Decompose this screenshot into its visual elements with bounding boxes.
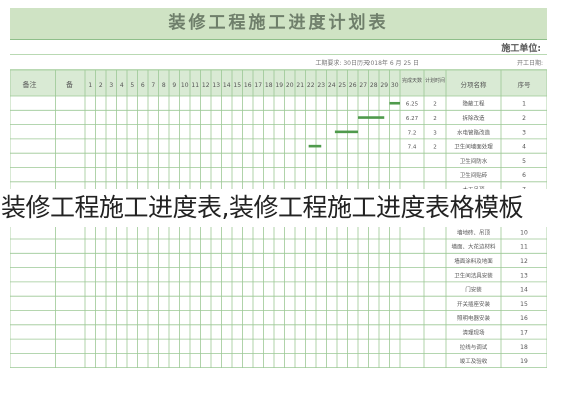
task-name: 拉线与调试 <box>460 343 488 351</box>
task-name: 墙面涂料及地面 <box>454 257 493 265</box>
header-day: 5 <box>130 82 134 89</box>
task-seq: 17 <box>520 329 528 336</box>
gantt-bar <box>334 130 358 134</box>
header-day: 19 <box>275 82 283 89</box>
task-seq: 4 <box>522 144 526 151</box>
task-seq: 5 <box>522 158 526 165</box>
header-day: 27 <box>359 82 367 89</box>
header-day: 12 <box>202 82 210 89</box>
header-day: 17 <box>254 82 262 89</box>
task-seq: 6 <box>522 172 526 179</box>
task-name: 清理现场 <box>462 328 485 336</box>
task-work: 6.27 <box>406 116 419 122</box>
header-seq: 序号 <box>518 80 532 89</box>
task-name: 开关插座安装 <box>457 300 491 308</box>
task-seq: 12 <box>520 258 528 265</box>
header-day: 9 <box>172 82 176 89</box>
sheet-title: 装修工程施工进度计划表 <box>10 8 547 40</box>
header-day: 23 <box>317 82 325 89</box>
gantt-bar <box>389 101 400 105</box>
task-seq: 1 <box>522 101 526 108</box>
task-name: 拆除改造 <box>462 114 485 122</box>
task-name: 照明电器安装 <box>457 314 491 322</box>
header-work-days: 完成天数 <box>402 77 422 84</box>
start-date: 2018年 6 月 25 日 <box>366 60 419 67</box>
task-work: 7.2 <box>408 130 417 136</box>
task-work: 6.25 <box>406 102 419 108</box>
task-seq: 19 <box>520 358 528 365</box>
header-day: 25 <box>338 82 346 89</box>
header-day: 24 <box>328 82 336 89</box>
header-day: 29 <box>380 82 388 89</box>
header-day: 13 <box>212 82 220 89</box>
gantt-bar <box>308 144 322 148</box>
header-day: 2 <box>99 82 103 89</box>
header-day: 26 <box>349 82 357 89</box>
header-day: 30 <box>391 82 399 89</box>
header-remark: 备注 <box>23 80 37 89</box>
task-seq: 11 <box>520 244 528 251</box>
header-day: 14 <box>223 82 231 89</box>
header-day: 11 <box>191 82 199 89</box>
gantt-bar <box>358 116 385 119</box>
task-name: 隐蔽工程 <box>462 100 485 108</box>
header-day: 3 <box>109 82 113 89</box>
image-caption: 装修工程施工进度表,装修工程施工进度表格模板 <box>0 189 565 227</box>
task-seq: 3 <box>522 129 526 136</box>
task-name: 卫生间洁具安装 <box>454 271 493 279</box>
task-seq: 15 <box>520 301 528 308</box>
task-name: 墙面、大花边材料 <box>451 243 496 251</box>
header-day: 16 <box>244 82 252 89</box>
unit-label: 施工单位: <box>501 44 541 54</box>
task-name: 竣工及验收 <box>460 357 488 365</box>
task-seq: 18 <box>520 344 528 351</box>
task-name: 门安装 <box>465 286 482 294</box>
task-plan: 3 <box>433 130 437 136</box>
task-plan: 2 <box>433 116 437 122</box>
task-name: 卫生间防水 <box>460 157 488 165</box>
header-day: 21 <box>296 82 304 89</box>
header-day: 8 <box>162 82 166 89</box>
header-day: 15 <box>233 82 241 89</box>
start-label: 开工日期: <box>516 60 543 67</box>
header-task: 分项名称 <box>461 80 488 89</box>
header-day: 22 <box>307 82 315 89</box>
task-plan: 2 <box>433 102 437 108</box>
header-day: 4 <box>120 82 124 89</box>
schedule-sheet: 装修工程施工进度计划表 施工单位: 开工日期: 2018年 6 月 25 日 工… <box>10 8 547 368</box>
header-bz: 备 <box>66 80 73 89</box>
task-name: 卫生间墙面处理 <box>454 143 493 151</box>
duration-requirement: 工期要求: 30日历天 <box>315 60 369 67</box>
task-name: 水电管路改造 <box>457 128 491 136</box>
task-name: 卫生间贴砖 <box>460 171 488 179</box>
header-day: 28 <box>370 82 378 89</box>
task-seq: 13 <box>520 272 528 279</box>
header-day: 20 <box>286 82 294 89</box>
task-work: 7.4 <box>408 145 417 151</box>
task-seq: 10 <box>520 229 528 236</box>
header-day: 7 <box>151 82 155 89</box>
header-day: 10 <box>181 82 189 89</box>
header-day: 18 <box>265 82 273 89</box>
header-day: 6 <box>141 82 145 89</box>
task-seq: 2 <box>522 115 526 122</box>
task-name: 墙地砖、吊顶 <box>457 228 491 236</box>
header-plan-days: 计划时间 <box>425 77 445 84</box>
unit-row: 施工单位: <box>10 40 547 55</box>
task-seq: 16 <box>520 315 528 322</box>
task-seq: 14 <box>520 287 528 294</box>
task-plan: 2 <box>433 145 437 151</box>
header-day: 1 <box>88 82 92 89</box>
info-row: 开工日期: 2018年 6 月 25 日 工期要求: 30日历天 <box>10 55 547 70</box>
